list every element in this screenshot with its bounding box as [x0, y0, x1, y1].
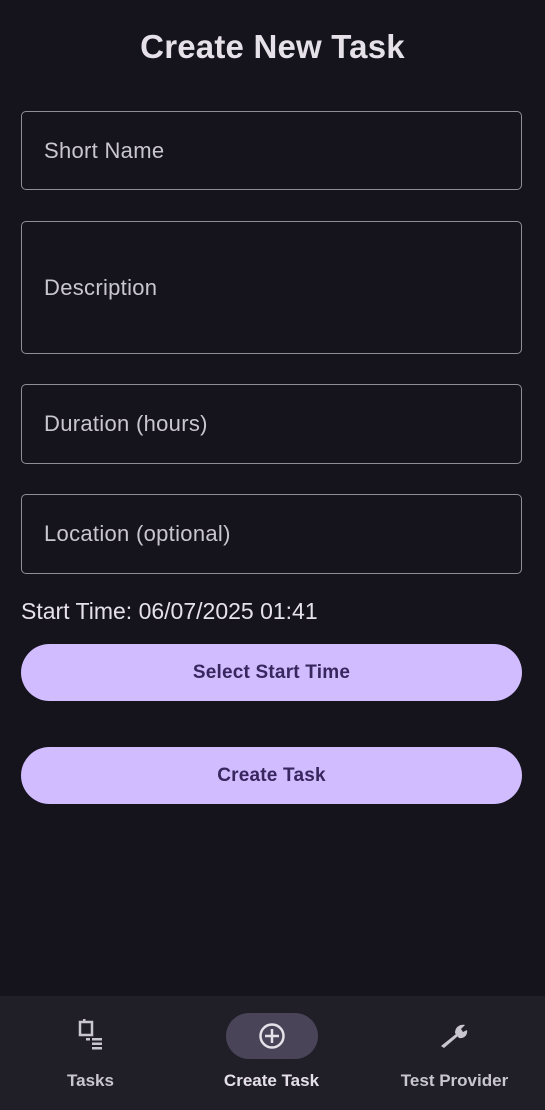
tasks-icon	[78, 1019, 102, 1050]
nav-label-create-task: Create Task	[223, 1071, 320, 1090]
create-task-screen: Create New Task Short Name Description D…	[0, 0, 545, 1110]
duration-placeholder: Duration (hours)	[44, 411, 208, 436]
start-time-text: Start Time: 06/07/2025 01:41	[21, 598, 318, 624]
add-circle-icon	[258, 1023, 285, 1049]
nav-item-create-task[interactable]: Create Task	[181, 996, 362, 1110]
duration-field[interactable]: Duration (hours)	[21, 384, 522, 464]
short-name-placeholder: Short Name	[44, 137, 165, 163]
nav-indicator	[409, 1013, 501, 1059]
nav-indicator	[45, 1013, 137, 1059]
location-field[interactable]: Location (optional)	[21, 494, 522, 574]
nav-indicator-active	[225, 1013, 318, 1059]
create-task-button[interactable]: Create Task	[21, 747, 522, 804]
nav-item-test-provider[interactable]: Test Provider	[364, 996, 545, 1110]
nav-item-tasks[interactable]: Tasks	[0, 996, 181, 1110]
description-placeholder: Description	[44, 274, 158, 300]
bottom-navigation: Tasks Create Task Test Provider	[0, 996, 545, 1110]
location-placeholder: Location (optional)	[44, 521, 231, 546]
nav-label-test-provider: Test Provider	[400, 1071, 509, 1090]
short-name-field[interactable]: Short Name	[21, 111, 522, 190]
description-field[interactable]: Description	[21, 221, 522, 354]
page-title: Create New Task	[140, 28, 405, 65]
wrench-icon	[440, 1024, 467, 1048]
nav-label-tasks: Tasks	[67, 1071, 114, 1090]
select-start-time-button[interactable]: Select Start Time	[21, 644, 522, 701]
